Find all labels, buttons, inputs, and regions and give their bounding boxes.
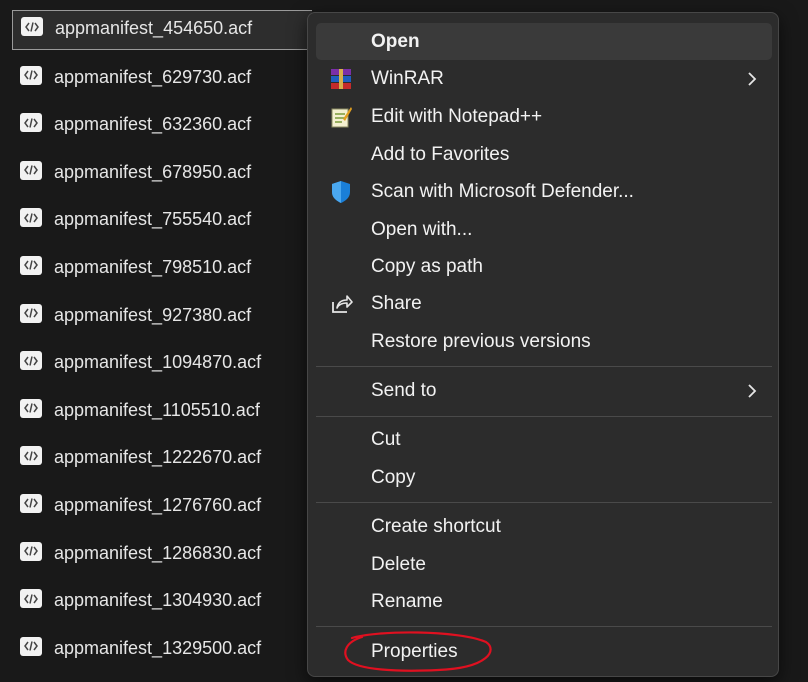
menu-item-open[interactable]: Open [316, 23, 772, 60]
acf-file-icon [20, 255, 42, 275]
acf-file-icon [20, 303, 42, 323]
menu-item-add-favorites[interactable]: Add to Favorites [316, 136, 772, 173]
file-row[interactable]: appmanifest_1105510.acf [12, 391, 312, 439]
acf-file-icon [20, 589, 42, 609]
acf-file-icon [20, 493, 42, 513]
menu-item-label: Scan with Microsoft Defender... [371, 180, 634, 202]
file-row[interactable]: appmanifest_798510.acf [12, 248, 312, 296]
acf-file-icon [20, 160, 42, 180]
menu-item-copy[interactable]: Copy [316, 459, 772, 496]
acf-file-icon [20, 113, 42, 133]
menu-item-label: Create shortcut [371, 515, 501, 537]
file-row[interactable]: appmanifest_629730.acf [12, 58, 312, 106]
file-name: appmanifest_632360.acf [54, 114, 252, 135]
file-row[interactable]: appmanifest_755540.acf [12, 200, 312, 248]
menu-separator [316, 502, 772, 503]
defender-shield-icon [328, 179, 354, 205]
menu-item-label: Edit with Notepad++ [371, 105, 543, 127]
file-row[interactable]: appmanifest_1286830.acf [12, 534, 312, 582]
menu-item-label: Open with... [371, 218, 473, 240]
acf-file-icon [20, 351, 42, 371]
menu-item-cut[interactable]: Cut [316, 421, 772, 458]
file-row[interactable]: appmanifest_678950.acf [12, 153, 312, 201]
file-row[interactable]: appmanifest_632360.acf [12, 105, 312, 153]
menu-item-scan-defender[interactable]: Scan with Microsoft Defender... [316, 173, 772, 210]
menu-item-copy-as-path[interactable]: Copy as path [316, 248, 772, 285]
file-name: appmanifest_629730.acf [54, 66, 252, 87]
menu-item-rename[interactable]: Rename [316, 583, 772, 620]
menu-item-label: Copy [371, 466, 416, 488]
menu-separator [316, 366, 772, 367]
file-name: appmanifest_1222670.acf [54, 447, 262, 468]
acf-file-icon [20, 398, 42, 418]
menu-item-label: Share [371, 292, 422, 314]
notepadpp-icon [328, 104, 354, 130]
menu-item-restore-versions[interactable]: Restore previous versions [316, 323, 772, 360]
context-menu: Open WinRAR Edit with Notepad++ Add to F… [307, 12, 779, 677]
file-name: appmanifest_1304930.acf [54, 590, 262, 611]
menu-item-create-shortcut[interactable]: Create shortcut [316, 508, 772, 545]
menu-item-delete[interactable]: Delete [316, 546, 772, 583]
menu-item-label: Add to Favorites [371, 143, 510, 165]
menu-item-label: Copy as path [371, 255, 483, 277]
file-row-selected[interactable]: appmanifest_454650.acf [12, 10, 312, 50]
file-name: appmanifest_755540.acf [54, 209, 252, 230]
acf-file-icon [21, 17, 43, 36]
file-name: appmanifest_927380.acf [54, 304, 252, 325]
menu-item-label: Properties [371, 640, 458, 662]
explorer-window: appmanifest_454650.acf appmanifest_62973… [0, 0, 808, 682]
menu-item-label: WinRAR [371, 67, 444, 89]
file-name: appmanifest_798510.acf [54, 256, 252, 277]
winrar-icon [328, 66, 354, 92]
chevron-right-icon [746, 383, 758, 399]
file-name: appmanifest_678950.acf [54, 161, 252, 182]
menu-item-open-with[interactable]: Open with... [316, 211, 772, 248]
acf-file-icon [20, 446, 42, 466]
menu-item-edit-notepadpp[interactable]: Edit with Notepad++ [316, 98, 772, 135]
menu-item-label: Send to [371, 379, 437, 401]
chevron-right-icon [746, 71, 758, 87]
acf-file-icon [20, 541, 42, 561]
menu-item-send-to[interactable]: Send to [316, 372, 772, 409]
file-row[interactable]: appmanifest_1094870.acf [12, 343, 312, 391]
menu-separator [316, 626, 772, 627]
file-name: appmanifest_1276760.acf [54, 494, 262, 515]
menu-item-label: Delete [371, 553, 426, 575]
file-list: appmanifest_454650.acf appmanifest_62973… [12, 10, 312, 676]
menu-separator [316, 416, 772, 417]
file-name: appmanifest_1105510.acf [54, 399, 260, 420]
share-icon [328, 291, 354, 317]
file-name: appmanifest_1329500.acf [54, 637, 262, 658]
acf-file-icon [20, 208, 42, 228]
file-row[interactable]: appmanifest_1304930.acf [12, 581, 312, 629]
acf-file-icon [20, 65, 42, 85]
menu-item-label: Open [371, 30, 420, 52]
menu-item-properties[interactable]: Properties [316, 633, 772, 670]
menu-item-label: Cut [371, 428, 401, 450]
file-name: appmanifest_1094870.acf [54, 352, 262, 373]
menu-item-label: Rename [371, 590, 443, 612]
file-row[interactable]: appmanifest_1276760.acf [12, 486, 312, 534]
acf-file-icon [20, 636, 42, 656]
menu-item-label: Restore previous versions [371, 330, 591, 352]
menu-item-share[interactable]: Share [316, 285, 772, 322]
file-row[interactable]: appmanifest_1222670.acf [12, 438, 312, 486]
file-row[interactable]: appmanifest_927380.acf [12, 296, 312, 344]
file-name: appmanifest_454650.acf [55, 18, 253, 38]
file-row[interactable]: appmanifest_1329500.acf [12, 629, 312, 677]
menu-item-winrar[interactable]: WinRAR [316, 60, 772, 97]
file-name: appmanifest_1286830.acf [54, 542, 262, 563]
